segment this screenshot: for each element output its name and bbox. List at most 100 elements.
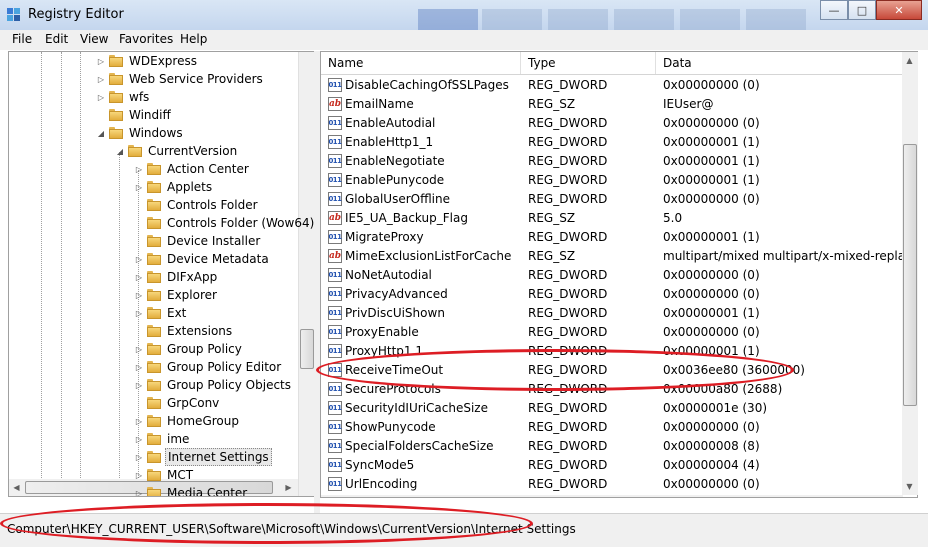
column-header-type[interactable]: Type: [521, 52, 656, 74]
scroll-right-button[interactable]: ▶: [281, 480, 296, 495]
value-row[interactable]: ab EmailName REG_SZ IEUser@: [321, 95, 917, 114]
menu-file[interactable]: File: [12, 32, 32, 46]
tree-node[interactable]: Controls Folder: [133, 196, 260, 214]
tree-node[interactable]: Extensions: [133, 322, 234, 340]
tree-node[interactable]: ▷ Applets: [133, 178, 214, 196]
value-row[interactable]: 011 GlobalUserOffline REG_DWORD 0x00000000 …: [321, 190, 917, 209]
column-header-data[interactable]: Data: [656, 52, 917, 74]
tree-node[interactable]: ▷ DIFxApp: [133, 268, 219, 286]
scroll-up-button[interactable]: ▲: [902, 53, 917, 68]
menu-edit[interactable]: Edit: [45, 32, 68, 46]
expand-arrow-icon[interactable]: ▷: [133, 250, 145, 268]
folder-icon: [147, 325, 161, 337]
value-row[interactable]: 011 ProxyEnable REG_DWORD 0x00000000 (0): [321, 323, 917, 342]
value-row[interactable]: 011 PrivDiscUiShown REG_DWORD 0x00000001 (1…: [321, 304, 917, 323]
scroll-left-button[interactable]: ◀: [9, 480, 24, 495]
value-row[interactable]: 011 UrlEncoding REG_DWORD 0x00000000 (0): [321, 475, 917, 494]
tree-vertical-scrollbar[interactable]: [298, 52, 315, 496]
value-row[interactable]: 011 NoNetAutodial REG_DWORD 0x00000000 (0): [321, 266, 917, 285]
folder-icon: [147, 487, 161, 496]
tree-node[interactable]: ▷ Ext: [133, 304, 188, 322]
expand-arrow-icon[interactable]: ▷: [133, 286, 145, 304]
menu-favorites[interactable]: Favorites: [119, 32, 173, 46]
list-horizontal-scrollbar[interactable]: ◀: [321, 495, 903, 498]
expand-arrow-icon[interactable]: ▷: [133, 484, 145, 497]
key-tree-pane[interactable]: ◀ ▶ ▷ WDExpress ▷ Web Service Providers ▷ wfs…: [8, 51, 316, 497]
expand-arrow-icon[interactable]: ▷: [133, 178, 145, 196]
expand-arrow-icon[interactable]: ▷: [95, 52, 107, 70]
scroll-down-button[interactable]: ▼: [902, 479, 917, 494]
value-row[interactable]: 011 MigrateProxy REG_DWORD 0x00000001 (1): [321, 228, 917, 247]
tree-node[interactable]: ◢ CurrentVersion: [114, 142, 239, 160]
expand-arrow-icon[interactable]: ▷: [133, 340, 145, 358]
value-row[interactable]: 011 SpecialFoldersCacheSize REG_DWORD 0x000…: [321, 437, 917, 456]
value-row[interactable]: 011 PrivacyAdvanced REG_DWORD 0x00000000 (0…: [321, 285, 917, 304]
expand-arrow-icon[interactable]: ▷: [95, 88, 107, 106]
value-row[interactable]: ab MimeExclusionListForCache REG_SZ multipa…: [321, 247, 917, 266]
value-row[interactable]: 011 ReceiveTimeOut REG_DWORD 0x0036ee80 (36…: [321, 361, 917, 380]
minimize-button[interactable]: —: [820, 0, 848, 20]
collapse-arrow-icon[interactable]: ◢: [95, 124, 107, 142]
value-row[interactable]: 011 EnableNegotiate REG_DWORD 0x00000001 (1…: [321, 152, 917, 171]
tree-node[interactable]: ▷ Group Policy Editor: [133, 358, 283, 376]
scroll-left-button[interactable]: ◀: [321, 496, 336, 497]
value-row[interactable]: 011 SecureProtocols REG_DWORD 0x00000a80 (2…: [321, 380, 917, 399]
value-row[interactable]: 011 EnablePunycode REG_DWORD 0x00000001 (1): [321, 171, 917, 190]
tree-node[interactable]: ▷ Internet Settings: [133, 448, 272, 466]
value-data: 0x00000001 (1): [663, 306, 760, 320]
tree-node[interactable]: ▷ HomeGroup: [133, 412, 241, 430]
tree-node[interactable]: ▷ ime: [133, 430, 191, 448]
tree-node[interactable]: ▷ WDExpress: [95, 52, 199, 70]
value-row[interactable]: 011 EnableAutodial REG_DWORD 0x00000000 (0): [321, 114, 917, 133]
expand-arrow-icon[interactable]: ▷: [133, 160, 145, 178]
expand-arrow-icon[interactable]: ▷: [95, 70, 107, 88]
tree-node[interactable]: ▷ MCT: [133, 466, 195, 484]
menu-help[interactable]: Help: [180, 32, 207, 46]
expand-arrow-icon[interactable]: ▷: [133, 412, 145, 430]
value-row[interactable]: 011 SyncMode5 REG_DWORD 0x00000004 (4): [321, 456, 917, 475]
folder-icon: [147, 289, 161, 301]
tree-node[interactable]: GrpConv: [133, 394, 221, 412]
menu-view[interactable]: View: [80, 32, 108, 46]
value-row[interactable]: 011 SecurityIdIUriCacheSize REG_DWORD 0x000…: [321, 399, 917, 418]
folder-icon: [147, 361, 161, 373]
value-data: 0x0000001e (30): [663, 401, 768, 415]
expand-arrow-icon[interactable]: ▷: [133, 430, 145, 448]
list-scroll-thumb[interactable]: [903, 144, 917, 406]
tree-node[interactable]: ▷ Web Service Providers: [95, 70, 265, 88]
value-row[interactable]: 011 ProxyHttp1.1 REG_DWORD 0x00000001 (1): [321, 342, 917, 361]
expand-arrow-icon[interactable]: ▷: [133, 268, 145, 286]
value-name: SyncMode5: [345, 458, 415, 472]
tree-node[interactable]: Device Installer: [133, 232, 262, 250]
list-vertical-scrollbar[interactable]: ▲ ▼: [902, 52, 918, 495]
tree-node[interactable]: ▷ Explorer: [133, 286, 219, 304]
tree-node[interactable]: ▷ Action Center: [133, 160, 251, 178]
expand-arrow-icon[interactable]: ▷: [133, 304, 145, 322]
value-row[interactable]: 011 EnableHttp1_1 REG_DWORD 0x00000001 (1): [321, 133, 917, 152]
tree-node[interactable]: Controls Folder (Wow64): [133, 214, 315, 232]
tree-node[interactable]: ◢ Windows: [95, 124, 185, 142]
expand-arrow-icon[interactable]: ▷: [133, 358, 145, 376]
tree-node[interactable]: Windiff: [95, 106, 173, 124]
value-row[interactable]: 011 DisableCachingOfSSLPages REG_DWORD 0x00…: [321, 76, 917, 95]
value-row[interactable]: 011 ShowPunycode REG_DWORD 0x00000000 (0): [321, 418, 917, 437]
tree-node[interactable]: ▷ Group Policy: [133, 340, 244, 358]
tree-node[interactable]: ▷ Media Center: [133, 484, 249, 497]
expand-arrow-icon[interactable]: ▷: [133, 448, 145, 466]
tree-scroll-thumb[interactable]: [300, 329, 314, 369]
expand-arrow-icon[interactable]: ▷: [133, 466, 145, 484]
tree-node[interactable]: ▷ Device Metadata: [133, 250, 271, 268]
tree-node[interactable]: ▷ wfs: [95, 88, 151, 106]
maximize-button[interactable]: □: [848, 0, 876, 20]
value-row[interactable]: ab IE5_UA_Backup_Flag REG_SZ 5.0: [321, 209, 917, 228]
list-hscroll-thumb[interactable]: [338, 497, 578, 498]
column-header-name[interactable]: Name: [321, 52, 521, 74]
collapse-arrow-icon[interactable]: ◢: [114, 142, 126, 160]
values-list-pane[interactable]: Name Type Data ◀ 011DisableCachingOfSSLP…: [320, 51, 918, 498]
value-type: REG_DWORD: [528, 78, 608, 92]
tree-node[interactable]: ▷ Group Policy Objects: [133, 376, 293, 394]
expand-arrow-icon[interactable]: ▷: [133, 376, 145, 394]
close-button[interactable]: ✕: [876, 0, 922, 20]
